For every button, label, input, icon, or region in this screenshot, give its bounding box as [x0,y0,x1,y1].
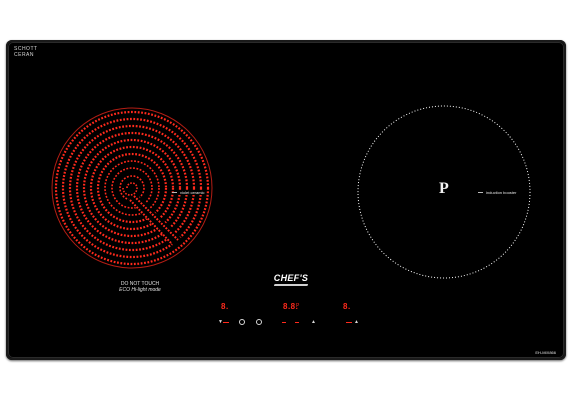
heating-ring [96,152,168,224]
left-zone-label: violet ceramic [171,190,207,195]
heating-ring [75,131,189,245]
zone-power-symbol: P [439,180,449,197]
heating-ring [54,110,210,266]
heating-ring [68,124,196,252]
left-zone-slider[interactable] [223,322,229,323]
brand-logo-text: CHEF'S [273,273,309,283]
heating-ring [89,145,175,231]
cooking-zones [51,105,531,279]
cooktop-glass: SCHOTT CERAN violet ceramic induction bo… [6,40,566,360]
logo-swoosh [273,284,309,286]
hot-surface-warning: DO NOT TOUCH ECO Hi-light mode [110,281,170,293]
timer-indicator: P [296,303,300,309]
timer-minus-button[interactable] [282,322,286,323]
brand-logo: CHEF'S [268,273,314,289]
heating-spiral [122,182,138,196]
right-zone-plus-button[interactable]: ▲ [354,319,359,325]
boost-button[interactable]: ▲ [311,319,316,325]
lock-button[interactable] [239,319,245,325]
timer-plus-button[interactable] [295,322,299,323]
heating-ring [104,160,160,216]
right-zone-label: induction booster [477,190,519,195]
warning-line2: ECO Hi-light mode [119,287,161,293]
right-zone-level-display: 8. [343,302,351,311]
left-cooking-zone [51,107,213,269]
model-number: EH-MIX866 [535,350,556,355]
power-button[interactable] [256,319,262,325]
left-zone-level-display: 8. [221,302,229,311]
right-zone-slider[interactable] [346,322,352,323]
